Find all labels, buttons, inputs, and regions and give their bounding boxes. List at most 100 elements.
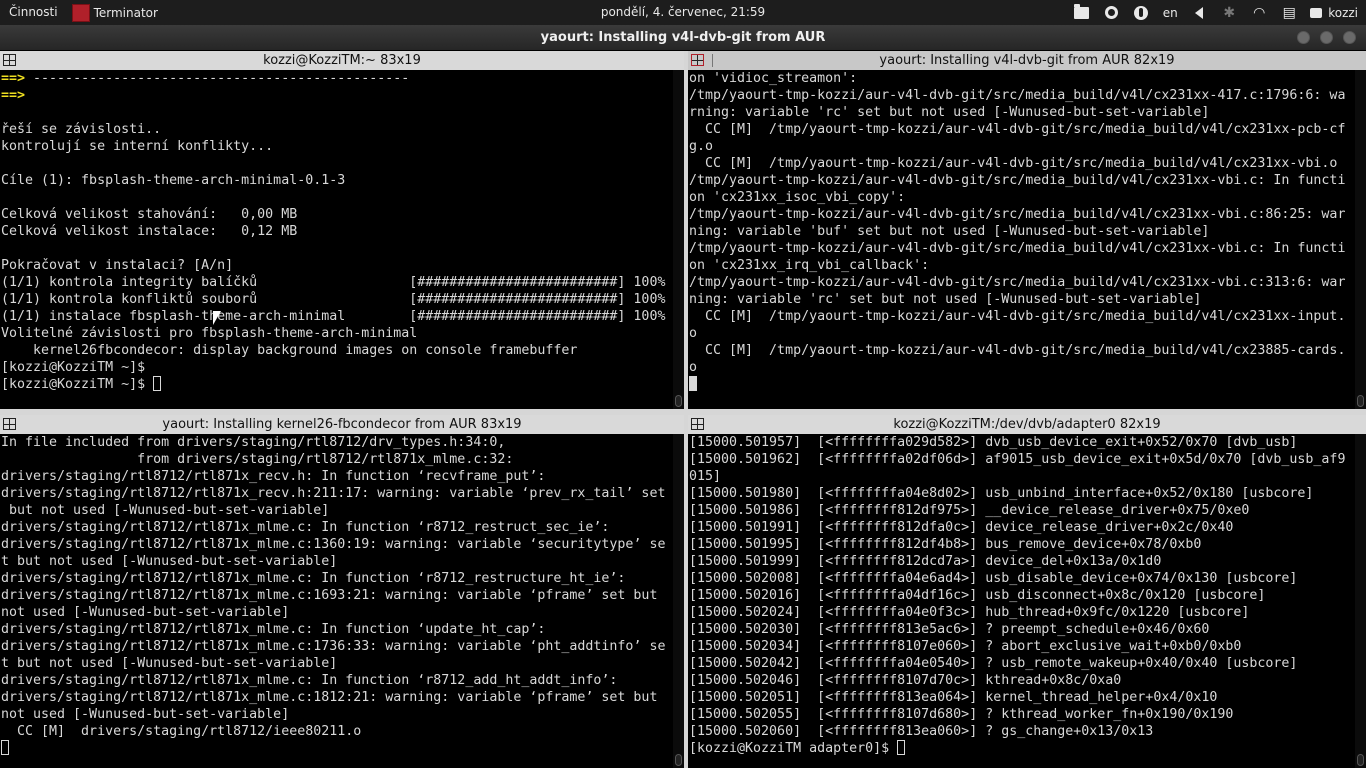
terminal-output[interactable]: ==> ------------------------------------… [1, 70, 672, 409]
folder-icon[interactable] [1066, 0, 1096, 25]
terminal-line: [15000.502042] [<ffffffffa04e0540>] ? us… [689, 656, 1298, 671]
disc-icon[interactable] [1096, 0, 1126, 25]
terminal-line: (1/1) kontrola integrity balíčků [######… [1, 275, 666, 290]
chat-icon [1310, 7, 1323, 18]
terminal-line: CC [M] drivers/staging/rtl8712/ieee80211… [1, 724, 362, 739]
terminal-line: [15000.501995] [<ffffffff812df4b8>] bus_… [689, 537, 1202, 552]
scrollbar[interactable] [1355, 70, 1366, 409]
keyboard-layout[interactable]: en [1156, 0, 1184, 25]
terminal-line: on 'cx231xx_isoc_vbi_copy': [689, 190, 906, 205]
text-cursor [1, 740, 9, 755]
pane-titlebar[interactable]: yaourt: Installing v4l-dvb-git from AUR … [688, 51, 1366, 70]
activities-button[interactable]: Činnosti [0, 0, 70, 25]
clock[interactable]: pondělí, 4. červenec, 21:59 [601, 5, 765, 19]
terminal-line: (1/1) instalace fbsplash-theme-arch-mini… [1, 309, 666, 324]
terminal-line [1, 740, 672, 757]
terminal-line: [15000.501991] [<ffffffff812dfa0c>] devi… [689, 520, 1234, 535]
terminal-line: [15000.501999] [<ffffffff812dcd7a>] devi… [689, 554, 1162, 569]
terminal-line: /tmp/yaourt-tmp-kozzi/aur-v4l-dvb-git/sr… [689, 173, 1346, 188]
pane-title: yaourt: Installing kernel26-fbcondecor f… [162, 417, 522, 432]
wifi-icon[interactable]: ◠ [1244, 0, 1274, 25]
pane-titlebar[interactable]: kozzi@KozziTM:~ 83x19 [0, 51, 684, 70]
bluetooth-icon[interactable]: ✱ [1214, 0, 1244, 25]
grid-icon[interactable] [691, 54, 704, 66]
grid-icon[interactable] [3, 54, 16, 66]
terminal-line: ning: variable 'buf' set but not used [-… [689, 224, 1210, 239]
terminal-pane-bottom-right[interactable]: kozzi@KozziTM:/dev/dvb/adapter0 82x19 [1… [688, 415, 1366, 768]
terminal-line: rning: variable 'rc' set but not used [-… [689, 105, 1210, 120]
text-cursor [689, 376, 697, 391]
terminal-output[interactable]: on 'vidioc_streamon': /tmp/yaourt-tmp-koz… [689, 70, 1354, 409]
terminal-line: ==> [1, 88, 26, 103]
terminal-line: drivers/staging/rtl8712/rtl871x_mlme.c: … [1, 571, 626, 586]
terminal-line: /tmp/yaourt-tmp-kozzi/aur-v4l-dvb-git/sr… [689, 207, 1346, 222]
terminal-line: Pokračovat v instalaci? [A/n] [1, 258, 234, 273]
text-cursor [153, 376, 162, 391]
terminator-icon [71, 3, 90, 22]
grid-icon[interactable] [691, 418, 704, 430]
terminal-line: ning: variable 'rc' set but not used [-W… [689, 292, 1202, 307]
terminal-line: o [689, 326, 698, 341]
close-button[interactable] [1343, 31, 1356, 44]
scrollbar[interactable] [673, 434, 684, 768]
terminal-output[interactable]: In file included from drivers/staging/rt… [1, 434, 672, 768]
scrollbar[interactable] [673, 70, 684, 409]
clipboard-icon[interactable]: ▤ [1274, 0, 1304, 25]
terminal-line: /tmp/yaourt-tmp-kozzi/aur-v4l-dvb-git/sr… [689, 88, 1346, 103]
terminal-line: [kozzi@KozziTM ~]$ [1, 376, 672, 393]
grid-icon[interactable] [3, 418, 16, 430]
pane-titlebar[interactable]: yaourt: Installing kernel26-fbcondecor f… [0, 415, 684, 434]
terminal-line: řeší se závislosti.. [1, 122, 162, 137]
app-menu[interactable]: Terminator [70, 0, 166, 25]
terminal-line: [15000.501962] [<ffffffffa02df06d>] af90… [689, 452, 1346, 467]
terminal-line: [15000.501986] [<ffffffff812df975>] __de… [689, 503, 1250, 518]
terminal-line: CC [M] /tmp/yaourt-tmp-kozzi/aur-v4l-dvb… [689, 122, 1346, 137]
terminal-line: g.o [689, 139, 714, 154]
pane-titlebar[interactable]: kozzi@KozziTM:/dev/dvb/adapter0 82x19 [688, 415, 1366, 434]
terminal-line: on 'vidioc_streamon': [689, 71, 858, 86]
system-tray: en ✱ ◠ ▤ kozzi [1066, 0, 1358, 25]
terminal-pane-top-right[interactable]: yaourt: Installing v4l-dvb-git from AUR … [688, 51, 1366, 409]
terminal-line: [15000.502034] [<ffffffff8107e060>] ? ab… [689, 639, 1242, 654]
terminal-line: CC [M] /tmp/yaourt-tmp-kozzi/aur-v4l-dvb… [689, 343, 1346, 358]
minimize-button[interactable] [1297, 31, 1310, 44]
terminal-line: [15000.502046] [<ffffffff8107d70c>] kthr… [689, 673, 1122, 688]
terminal-pane-top-left[interactable]: kozzi@KozziTM:~ 83x19 ==> --------------… [0, 51, 684, 409]
terminal-line [689, 376, 1354, 393]
terminal-line: drivers/staging/rtl8712/rtl871x_mlme.c: … [1, 673, 618, 688]
terminal-line: (1/1) kontrola konfliktů souborů [######… [1, 292, 666, 307]
terminal-line: Celková velikost stahování: 0,00 MB [1, 207, 298, 222]
app-name: Terminator [93, 5, 158, 20]
terminal-line: [15000.501957] [<ffffffffa029d582>] dvb_… [689, 435, 1298, 450]
terminal-line: t but not used [-Wunused-but-set-variabl… [1, 656, 338, 671]
scrollbar[interactable] [1355, 434, 1366, 768]
terminal-line: In file included from drivers/staging/rt… [1, 435, 506, 450]
terminal-line: [kozzi@KozziTM ~]$ [1, 360, 146, 375]
user-menu[interactable]: kozzi [1304, 6, 1358, 20]
window-titlebar[interactable]: yaourt: Installing v4l-dvb-git from AUR [0, 25, 1366, 50]
terminal-line: t but not used [-Wunused-but-set-variabl… [1, 554, 338, 569]
terminal-line: drivers/staging/rtl8712/rtl871x_recv.h:2… [1, 486, 666, 501]
terminal-line: on 'cx231xx_irq_vbi_callback': [689, 258, 930, 273]
window-title: yaourt: Installing v4l-dvb-git from AUR [540, 30, 826, 45]
terminal-line: o [689, 360, 698, 375]
volume-icon[interactable] [1184, 0, 1214, 25]
terminal-line: ==> ------------------------------------… [1, 71, 410, 86]
terminal-line: Cíle (1): fbsplash-theme-arch-minimal-0.… [1, 173, 346, 188]
terminal-line: CC [M] /tmp/yaourt-tmp-kozzi/aur-v4l-dvb… [689, 156, 1338, 171]
terminal-line: drivers/staging/rtl8712/rtl871x_mlme.c:1… [1, 537, 666, 552]
maximize-button[interactable] [1320, 31, 1333, 44]
mouse-pointer-icon [213, 311, 221, 325]
terminal-line: Volitelné závislosti pro fbsplash-theme-… [1, 326, 418, 341]
terminal-line: [15000.502051] [<ffffffff813ea064>] kern… [689, 690, 1218, 705]
terminal-line: 015] [689, 469, 722, 484]
terminal-output[interactable]: [15000.501957] [<ffffffffa029d582>] dvb_… [689, 434, 1354, 768]
terminal-line: [kozzi@KozziTM adapter0]$ [689, 740, 1354, 757]
accessibility-icon[interactable] [1126, 0, 1156, 25]
terminal-pane-bottom-left[interactable]: yaourt: Installing kernel26-fbcondecor f… [0, 415, 684, 768]
text-cursor [897, 740, 906, 755]
terminal-line: kernel26fbcondecor: display background i… [1, 343, 578, 358]
